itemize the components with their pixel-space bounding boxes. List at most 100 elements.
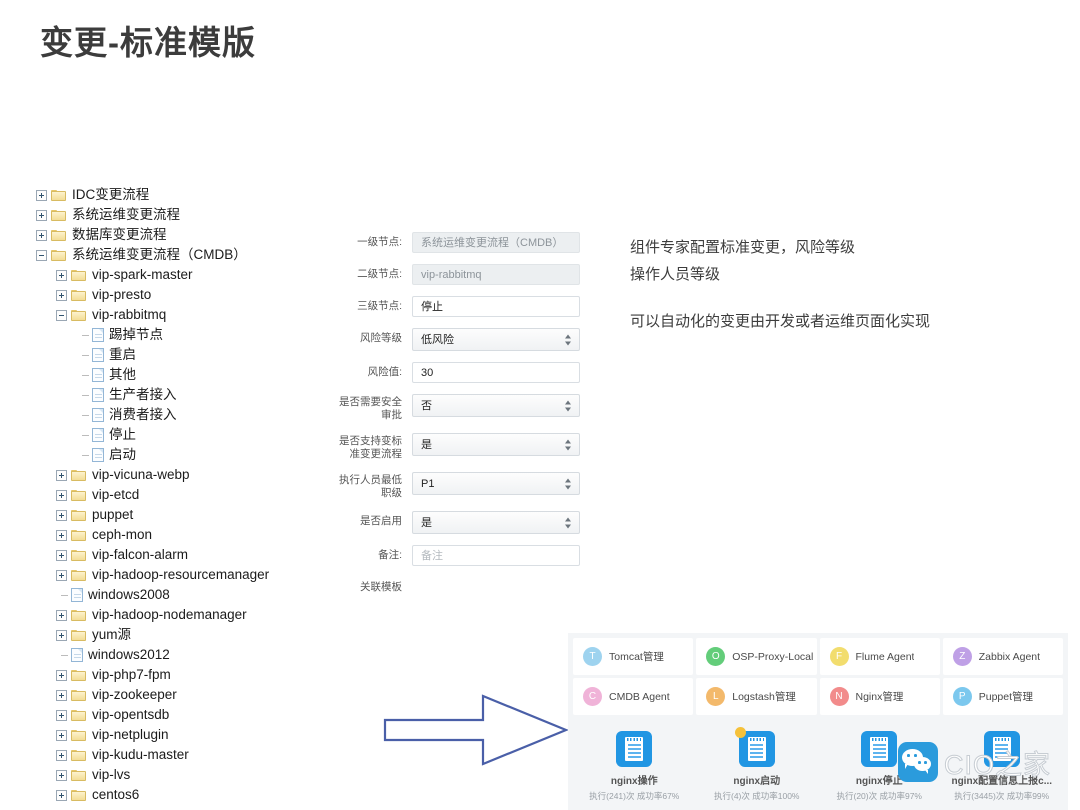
form-select[interactable]: 是 bbox=[412, 511, 580, 534]
tree-node[interactable]: vip-php7-fpm bbox=[36, 665, 336, 685]
tree-node[interactable]: vip-etcd bbox=[36, 485, 336, 505]
form-label: 关联模板 bbox=[360, 581, 402, 593]
form-input[interactable]: 停止 bbox=[412, 296, 580, 317]
select-spinner-icon[interactable] bbox=[565, 478, 572, 489]
form-select[interactable]: 否 bbox=[412, 394, 580, 417]
job-item[interactable]: nginx启动 执行(4)次 成功率100% bbox=[696, 727, 819, 802]
select-spinner-icon[interactable] bbox=[565, 334, 572, 345]
tree-node[interactable]: puppet bbox=[36, 505, 336, 525]
tree-node[interactable]: yum源 bbox=[36, 625, 336, 645]
expand-plus-icon[interactable] bbox=[56, 549, 67, 561]
tree-node[interactable]: vip-falcon-alarm bbox=[36, 545, 336, 565]
job-stat: 执行(3445)次 成功率99% bbox=[954, 791, 1050, 801]
tree-node[interactable]: 踢掉节点 bbox=[36, 325, 336, 345]
expand-plus-icon[interactable] bbox=[56, 569, 67, 581]
tree-node-label: ceph-mon bbox=[92, 527, 153, 542]
form-row: 风险值: 30 bbox=[330, 362, 580, 383]
tree-node[interactable]: 其他 bbox=[36, 365, 336, 385]
tree-node[interactable]: 系统运维变更流程 bbox=[36, 205, 336, 225]
expand-plus-icon[interactable] bbox=[36, 189, 47, 201]
expand-plus-icon[interactable] bbox=[56, 489, 67, 501]
expand-plus-icon[interactable] bbox=[36, 209, 47, 221]
tree-node[interactable]: 重启 bbox=[36, 345, 336, 365]
tree-node[interactable]: windows2012 bbox=[36, 645, 336, 665]
expand-plus-icon[interactable] bbox=[56, 689, 67, 701]
tree-node[interactable]: ceph-mon bbox=[36, 525, 336, 545]
select-spinner-icon[interactable] bbox=[565, 517, 572, 528]
expand-plus-icon[interactable] bbox=[56, 629, 67, 641]
template-avatar-icon: F bbox=[829, 647, 849, 666]
tree-node[interactable]: vip-kudu-master bbox=[36, 745, 336, 765]
tree-node[interactable]: 消费者接入 bbox=[36, 405, 336, 425]
form-label: 是否启用 bbox=[360, 515, 402, 527]
form-select-value: P1 bbox=[421, 478, 435, 490]
tree-node[interactable]: vip-netplugin bbox=[36, 725, 336, 745]
tree-node[interactable]: 停止 bbox=[36, 425, 336, 445]
expand-plus-icon[interactable] bbox=[56, 769, 67, 781]
tree-node[interactable]: 系统运维变更流程（CMDB） bbox=[36, 245, 336, 265]
form-label: 风险值: bbox=[367, 366, 402, 378]
form-label: 风险等级 bbox=[360, 332, 402, 344]
expand-plus-icon[interactable] bbox=[36, 229, 47, 241]
form-input[interactable]: 30 bbox=[412, 362, 580, 383]
select-spinner-icon[interactable] bbox=[565, 400, 572, 411]
template-card[interactable]: Z Zabbix Agent bbox=[942, 638, 1063, 675]
tree-node[interactable]: vip-vicuna-webp bbox=[36, 465, 336, 485]
tree-node[interactable]: centos6 bbox=[36, 785, 336, 805]
form-select[interactable]: P1 bbox=[412, 472, 580, 495]
form-select-value: 否 bbox=[421, 400, 432, 412]
form-select[interactable]: 低风险 bbox=[412, 328, 580, 351]
tree-node[interactable]: IDC变更流程 bbox=[36, 185, 336, 205]
expand-plus-icon[interactable] bbox=[56, 789, 67, 801]
template-card[interactable]: C CMDB Agent bbox=[573, 678, 694, 715]
tree-node[interactable]: vip-presto bbox=[36, 285, 336, 305]
tree-node[interactable]: windows2008 bbox=[36, 585, 336, 605]
expand-plus-icon[interactable] bbox=[56, 289, 67, 301]
template-card[interactable]: N Nginx管理 bbox=[819, 678, 940, 715]
tree-node[interactable]: 启动 bbox=[36, 445, 336, 465]
tree-node[interactable]: vip-hadoop-resourcemanager bbox=[36, 565, 336, 585]
expand-plus-icon[interactable] bbox=[56, 529, 67, 541]
form-input[interactable]: 备注 bbox=[412, 545, 580, 566]
tree-node[interactable]: vip-hadoop-nodemanager bbox=[36, 605, 336, 625]
template-card-label: Logstash管理 bbox=[732, 691, 796, 703]
tree-node[interactable]: 数据库变更流程 bbox=[36, 225, 336, 245]
expand-plus-icon[interactable] bbox=[56, 669, 67, 681]
expand-plus-icon[interactable] bbox=[56, 749, 67, 761]
tree-node[interactable]: vip-spark-master bbox=[36, 265, 336, 285]
tree-node-label: vip-lvs bbox=[92, 767, 131, 782]
tree-node[interactable]: vip-rabbitmq bbox=[36, 305, 336, 325]
tree-node[interactable]: 生产者接入 bbox=[36, 385, 336, 405]
template-card[interactable]: O OSP-Proxy-Local bbox=[696, 638, 817, 675]
expand-plus-icon[interactable] bbox=[56, 709, 67, 721]
tree-node-label: vip-etcd bbox=[92, 487, 140, 502]
template-card-grid: T Tomcat管理 O OSP-Proxy-Local F Flume Agent Z Za… bbox=[568, 633, 1068, 715]
job-item[interactable]: nginx操作 执行(241)次 成功率67% bbox=[573, 731, 696, 802]
template-avatar-icon: N bbox=[829, 687, 849, 706]
form-row: 是否支持变标准变更流程 是 bbox=[330, 433, 580, 461]
form-control-wrap: vip-rabbitmq bbox=[412, 264, 580, 285]
expand-plus-icon[interactable] bbox=[56, 509, 67, 521]
expand-plus-icon[interactable] bbox=[56, 729, 67, 741]
form-row: 风险等级 低风险 bbox=[330, 328, 580, 351]
file-icon bbox=[92, 448, 104, 462]
select-spinner-icon[interactable] bbox=[565, 439, 572, 450]
file-icon bbox=[92, 348, 104, 362]
tree-node-label: vip-netplugin bbox=[92, 727, 169, 742]
form-select[interactable]: 是 bbox=[412, 433, 580, 456]
tree-node[interactable]: vip-opentsdb bbox=[36, 705, 336, 725]
node-tree[interactable]: IDC变更流程 系统运维变更流程 数据库变更流程 系统运维变更流程（CMDB） vip-… bbox=[36, 185, 336, 805]
tree-node[interactable]: vip-lvs bbox=[36, 765, 336, 785]
collapse-minus-icon[interactable] bbox=[56, 309, 67, 321]
expand-plus-icon[interactable] bbox=[56, 269, 67, 281]
expand-plus-icon[interactable] bbox=[56, 469, 67, 481]
template-card[interactable]: P Puppet管理 bbox=[942, 678, 1063, 715]
collapse-minus-icon[interactable] bbox=[36, 249, 47, 261]
clipboard-icon bbox=[861, 731, 898, 767]
expand-plus-icon[interactable] bbox=[56, 609, 67, 621]
tree-guide-line bbox=[56, 645, 68, 665]
template-card[interactable]: T Tomcat管理 bbox=[573, 638, 694, 675]
tree-node[interactable]: vip-zookeeper bbox=[36, 685, 336, 705]
template-card[interactable]: L Logstash管理 bbox=[696, 678, 817, 715]
template-card[interactable]: F Flume Agent bbox=[819, 638, 940, 675]
